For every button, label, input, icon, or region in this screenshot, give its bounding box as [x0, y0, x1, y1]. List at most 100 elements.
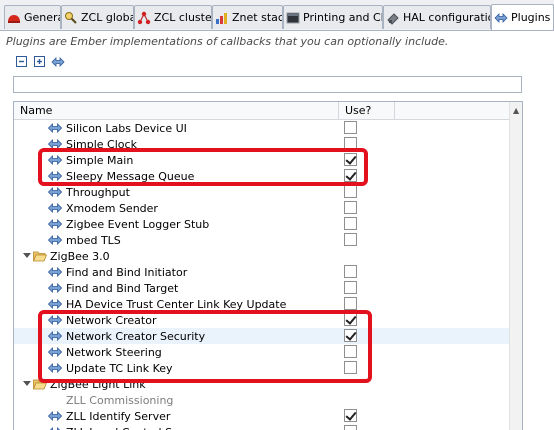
plugin-icon — [48, 299, 62, 309]
tab-label: ZCL global — [81, 11, 134, 24]
plugin-icon — [48, 139, 62, 149]
tree-plugin-row[interactable]: Network Steering — [14, 344, 509, 360]
plugin-icon — [494, 12, 508, 23]
use-checkbox[interactable] — [344, 329, 357, 342]
use-checkbox[interactable] — [344, 153, 357, 166]
tree-plugin-label: ZLL Level Control Server — [66, 426, 201, 430]
tree-plugin-row[interactable]: ZLL Commissioning — [14, 392, 509, 408]
expand-arrow-icon[interactable] — [23, 379, 31, 387]
tree-plugin-label: Silicon Labs Device UI — [66, 122, 187, 135]
tree-plugin-label: Simple Clock — [66, 138, 137, 151]
plugin-icon — [48, 123, 62, 133]
column-header-use[interactable]: Use? — [345, 104, 371, 117]
tree-plugin-label: Xmodem Sender — [66, 202, 158, 215]
vertical-scrollbar[interactable]: ▲ — [509, 102, 522, 430]
tree-plugin-row[interactable]: Simple Main — [14, 152, 509, 168]
plugin-icon — [48, 363, 62, 373]
use-checkbox[interactable] — [344, 201, 357, 214]
use-checkbox[interactable] — [344, 265, 357, 278]
plugin-icon — [48, 235, 62, 245]
tree-plugin-label: Sleepy Message Queue — [66, 170, 195, 183]
tree-rows: Silicon Labs Device UI Simple Clock Simple… — [14, 120, 509, 430]
plugin-icon — [48, 331, 62, 341]
tree-plugin-row[interactable]: HA Device Trust Center Link Key Update — [14, 296, 509, 312]
tab-label: ZCL clusters — [154, 11, 212, 24]
tree-plugin-row[interactable]: Throughput — [14, 184, 509, 200]
tree-category-row[interactable]: ZigBee 3.0 — [14, 248, 509, 264]
column-header-name[interactable]: Name — [20, 104, 52, 117]
tree-plugin-row[interactable]: Silicon Labs Device UI — [14, 120, 509, 136]
tab-zcl-clusters[interactable]: ZCL clusters — [134, 5, 212, 29]
tree-plugin-label: Simple Main — [66, 154, 134, 167]
collapse-all-icon[interactable] — [15, 55, 29, 69]
znet-stack-icon — [216, 12, 227, 24]
zcl-clusters-icon — [137, 11, 151, 24]
tree-plugin-label: HA Device Trust Center Link Key Update — [66, 298, 287, 311]
scroll-up-arrow-icon[interactable]: ▲ — [513, 106, 519, 115]
printing-cli-icon — [286, 12, 300, 23]
tab-label: General — [24, 11, 60, 24]
use-checkbox[interactable] — [344, 169, 357, 182]
plugin-icon — [48, 203, 62, 213]
tab-label: HAL configuration — [403, 11, 490, 24]
plugins-tree-table: Name Use? Silicon Labs Device UI Simple C… — [13, 101, 523, 430]
column-divider[interactable] — [394, 102, 395, 119]
expand-all-icon[interactable] — [33, 55, 47, 69]
plugin-filter-input[interactable] — [13, 76, 522, 93]
tree-plugin-label: ZLL Identify Server — [66, 410, 171, 423]
use-checkbox[interactable] — [344, 297, 357, 310]
use-checkbox[interactable] — [344, 217, 357, 230]
plugin-icon — [48, 283, 62, 293]
use-checkbox[interactable] — [344, 281, 357, 294]
tree-plugin-label: Zigbee Event Logger Stub — [66, 218, 210, 231]
tab-general[interactable]: General — [4, 5, 61, 29]
tree-plugin-row[interactable]: mbed TLS — [14, 232, 509, 248]
tree-plugin-row[interactable]: Update TC Link Key — [14, 360, 509, 376]
column-divider[interactable] — [338, 102, 339, 119]
plugin-icon — [48, 267, 62, 277]
table-header: Name Use? — [14, 102, 509, 120]
use-checkbox[interactable] — [344, 313, 357, 326]
plugin-icon — [48, 411, 62, 421]
tree-plugin-label: mbed TLS — [66, 234, 121, 247]
use-checkbox[interactable] — [344, 233, 357, 246]
tab-label: Printing and CLI — [303, 11, 383, 24]
editor-tab-bar: General ZCL global ZCL clusters Znet sta… — [0, 0, 554, 31]
zcl-global-icon — [65, 11, 77, 24]
tree-plugin-label: Find and Bind Initiator — [66, 266, 188, 279]
plugin-toolbar-icon[interactable] — [51, 55, 65, 69]
tree-plugin-row[interactable]: ZLL Identify Server — [14, 408, 509, 424]
tree-category-label: ZigBee 3.0 — [50, 250, 110, 263]
plugins-description: Plugins are Ember implementations of cal… — [6, 35, 449, 48]
tab-hal-configuration[interactable]: HAL configuration — [383, 5, 491, 29]
tree-plugin-row[interactable]: ZLL Level Control Server — [14, 424, 509, 430]
tree-plugin-row[interactable]: Network Creator — [14, 312, 509, 328]
tree-plugin-row[interactable]: Network Creator Security — [14, 328, 509, 344]
tab-zcl-global[interactable]: ZCL global — [61, 5, 134, 29]
use-checkbox[interactable] — [344, 185, 357, 198]
tab-znet-stack[interactable]: Znet stack — [212, 5, 283, 29]
plugin-icon — [48, 155, 62, 165]
plugin-icon — [48, 219, 62, 229]
tab-label: Plugins — [511, 11, 551, 24]
folder-open-icon — [33, 251, 47, 262]
tree-plugin-row[interactable]: Simple Clock — [14, 136, 509, 152]
tree-plugin-row[interactable]: Find and Bind Initiator — [14, 264, 509, 280]
plugin-icon — [48, 187, 62, 197]
tree-plugin-row[interactable]: Find and Bind Target — [14, 280, 509, 296]
tab-printing-cli[interactable]: Printing and CLI — [283, 5, 383, 29]
tree-plugin-row[interactable]: Xmodem Sender — [14, 200, 509, 216]
use-checkbox[interactable] — [344, 137, 357, 150]
tab-plugins[interactable]: Plugins — [491, 4, 554, 30]
use-checkbox[interactable] — [344, 345, 357, 358]
use-checkbox[interactable] — [344, 425, 357, 430]
tree-category-label: ZigBee Light Link — [50, 378, 146, 391]
tree-category-row[interactable]: ZigBee Light Link — [14, 376, 509, 392]
use-checkbox[interactable] — [344, 121, 357, 134]
tree-plugin-row[interactable]: Sleepy Message Queue — [14, 168, 509, 184]
use-checkbox[interactable] — [344, 409, 357, 422]
tab-label: Znet stack — [232, 11, 282, 24]
use-checkbox[interactable] — [344, 361, 357, 374]
tree-plugin-row[interactable]: Zigbee Event Logger Stub — [14, 216, 509, 232]
expand-arrow-icon[interactable] — [23, 251, 31, 259]
